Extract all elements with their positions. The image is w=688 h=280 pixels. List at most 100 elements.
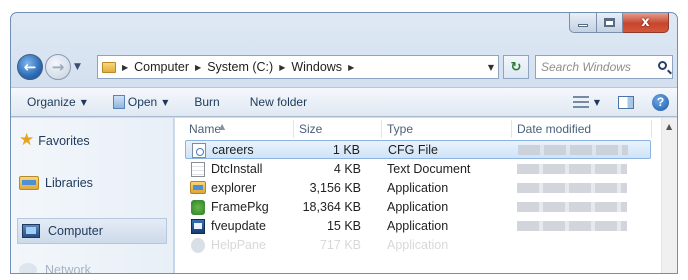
file-date-blurred: [517, 202, 627, 212]
sidebar-item-label: Favorites: [38, 133, 90, 148]
file-row[interactable]: FramePkg 18,364 KB Application: [185, 198, 651, 217]
text-file-icon: [191, 162, 205, 177]
open-icon: [112, 95, 125, 109]
new-folder-label: New folder: [249, 95, 308, 109]
column-divider[interactable]: [381, 120, 382, 138]
refresh-icon: ↻: [510, 59, 522, 75]
column-divider[interactable]: [651, 120, 652, 138]
organize-label: Organize: [27, 95, 76, 109]
file-row[interactable]: careers 1 KB CFG File: [185, 140, 651, 159]
column-divider[interactable]: [293, 120, 294, 138]
file-list: Name ▲ Size Type Date modified careers 1…: [175, 118, 677, 273]
file-type: Application: [387, 181, 449, 195]
minimize-icon: [578, 24, 588, 27]
breadcrumb-separator-icon[interactable]: ▶: [279, 63, 285, 72]
caption-buttons: x: [569, 13, 669, 33]
open-label: Open: [127, 95, 158, 109]
refresh-button[interactable]: ↻: [503, 55, 529, 79]
close-button[interactable]: x: [623, 13, 669, 33]
file-name: careers: [212, 143, 254, 157]
file-row[interactable]: HelpPane 717 KB Application: [185, 236, 651, 255]
address-bar[interactable]: ▶ Computer ▶ System (C:) ▶ Windows ▶ ▼: [97, 55, 499, 79]
framepkg-icon: [191, 200, 205, 215]
file-size: 18,364 KB: [302, 200, 361, 214]
file-type: Application: [387, 219, 449, 233]
scroll-up-icon[interactable]: ▲: [666, 122, 672, 131]
file-date-blurred: [517, 164, 627, 174]
forward-button[interactable]: →: [45, 54, 71, 80]
computer-icon: [22, 224, 40, 238]
star-icon: ★: [19, 130, 35, 150]
maximize-button[interactable]: [597, 13, 623, 33]
sidebar-item-label: Libraries: [45, 176, 93, 190]
breadcrumb-system-c[interactable]: System (C:): [207, 60, 273, 74]
preview-pane-button[interactable]: [618, 95, 634, 109]
open-button[interactable]: Open ▼: [112, 95, 169, 109]
file-name: HelpPane: [211, 238, 266, 252]
help-button[interactable]: ?: [652, 93, 669, 111]
file-type: Application: [387, 200, 449, 214]
breadcrumb-separator-icon[interactable]: ▶: [122, 63, 128, 72]
chevron-down-icon: ▼: [593, 97, 600, 107]
search-icon[interactable]: [658, 61, 667, 70]
column-header-name[interactable]: Name: [189, 122, 221, 136]
folder-icon: [102, 61, 116, 73]
recent-pages-dropdown[interactable]: ▼: [74, 62, 81, 72]
file-row[interactable]: explorer 3,156 KB Application: [185, 179, 651, 198]
sidebar-item-computer[interactable]: Computer: [17, 218, 167, 244]
breadcrumb-computer[interactable]: Computer: [134, 60, 189, 74]
new-folder-button[interactable]: New folder: [250, 95, 307, 109]
burn-label: Burn: [194, 95, 220, 109]
back-arrow-icon: ←: [23, 58, 37, 76]
organize-button[interactable]: Organize ▼: [27, 95, 87, 109]
file-size: 4 KB: [333, 162, 361, 176]
navigation-bar: ← → ▼ ▶ Computer ▶ System (C:) ▶ Windows…: [11, 51, 677, 83]
column-divider[interactable]: [511, 120, 512, 138]
explorer-icon: [190, 181, 206, 194]
fveupdate-icon: [191, 219, 205, 234]
network-icon: [19, 263, 37, 273]
burn-button[interactable]: Burn: [194, 95, 219, 109]
column-headers: Name ▲ Size Type Date modified: [175, 118, 677, 140]
file-type: Application: [387, 238, 449, 252]
sidebar-item-label: Network: [45, 263, 91, 274]
file-row[interactable]: DtcInstall 4 KB Text Document: [185, 160, 651, 179]
close-icon: x: [641, 15, 650, 30]
navigation-pane: ★ Favorites Libraries Computer Network: [11, 118, 174, 273]
maximize-icon: [604, 18, 615, 27]
column-header-size[interactable]: Size: [299, 122, 322, 136]
vertical-scrollbar[interactable]: ▲: [661, 118, 677, 273]
breadcrumb-separator-icon[interactable]: ▶: [348, 63, 354, 72]
sidebar-item-network[interactable]: Network: [19, 263, 91, 274]
file-size: 717 KB: [319, 238, 361, 252]
file-size: 3,156 KB: [309, 181, 361, 195]
file-size: 1 KB: [332, 143, 360, 157]
search-box[interactable]: [535, 55, 673, 79]
file-name: fveupdate: [211, 219, 266, 233]
breadcrumb-windows[interactable]: Windows: [291, 60, 342, 74]
minimize-button[interactable]: [569, 13, 597, 33]
libraries-icon: [19, 176, 39, 190]
cfg-file-icon: [192, 143, 206, 158]
breadcrumb-separator-icon[interactable]: ▶: [195, 63, 201, 72]
command-bar: Organize ▼ Open ▼ Burn New folder ▼ ?: [11, 87, 677, 117]
file-name: FramePkg: [211, 200, 269, 214]
back-button[interactable]: ←: [17, 54, 43, 80]
views-icon: [572, 96, 589, 108]
file-row[interactable]: fveupdate 15 KB Application: [185, 217, 651, 236]
address-dropdown-icon[interactable]: ▼: [488, 63, 494, 72]
change-view-button[interactable]: ▼: [572, 96, 600, 108]
column-header-type[interactable]: Type: [387, 122, 413, 136]
chevron-down-icon: ▼: [80, 97, 87, 107]
sidebar-item-favorites[interactable]: ★ Favorites: [19, 132, 90, 149]
sidebar-item-libraries[interactable]: Libraries: [19, 176, 93, 190]
file-name: DtcInstall: [211, 162, 263, 176]
file-date-blurred: [517, 221, 627, 231]
chevron-down-icon: ▼: [162, 97, 169, 107]
helppane-icon: [191, 238, 205, 253]
sort-ascending-icon: ▲: [219, 122, 226, 131]
file-type: Text Document: [387, 162, 471, 176]
file-name: explorer: [211, 181, 257, 195]
search-input[interactable]: [541, 60, 651, 74]
column-header-date-modified[interactable]: Date modified: [517, 122, 591, 136]
